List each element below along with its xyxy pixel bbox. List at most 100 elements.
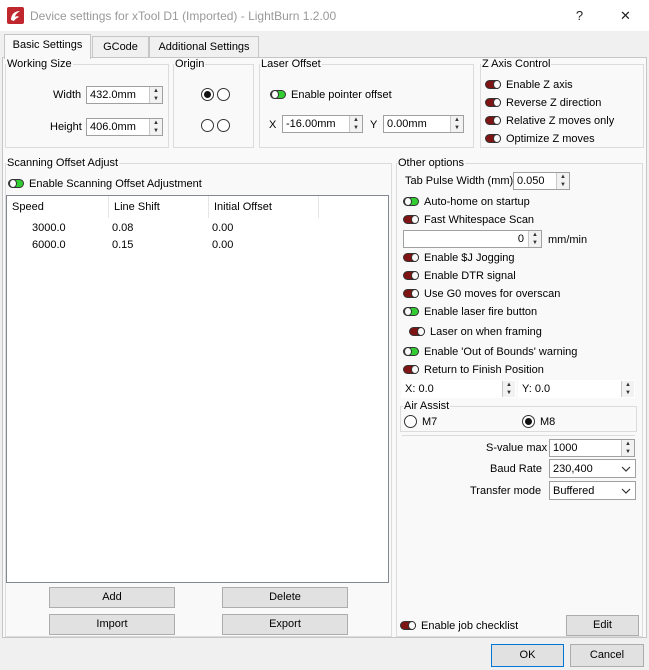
laser-offset-group xyxy=(259,64,474,148)
auto-home-toggle[interactable] xyxy=(403,197,419,206)
jogging-label: Enable $J Jogging xyxy=(424,252,515,264)
reverse-z-direction-toggle[interactable] xyxy=(485,98,501,107)
width-label: Width xyxy=(53,89,82,101)
cell-line-shift: 0.08 xyxy=(112,222,134,234)
tab-gcode[interactable]: GCode xyxy=(92,36,149,58)
spin-arrows-icon[interactable]: ▲ ▼ xyxy=(556,173,569,189)
chevron-down-icon xyxy=(621,488,631,494)
baud-rate-dropdown[interactable]: 230,400 xyxy=(549,459,636,478)
finish-x-label: X: xyxy=(405,383,416,395)
reverse-z-direction-label: Reverse Z direction xyxy=(506,97,602,109)
dtr-signal-label: Enable DTR signal xyxy=(424,270,516,282)
laser-fire-button-label: Enable laser fire button xyxy=(424,306,538,318)
job-checklist-toggle[interactable] xyxy=(400,621,416,630)
enable-pointer-offset-toggle[interactable] xyxy=(270,90,286,99)
width-spinbox[interactable]: 432.0mm ▲ ▼ xyxy=(86,86,163,104)
air-assist-m8-radio[interactable] xyxy=(522,415,535,428)
spin-arrows-icon[interactable]: ▲ ▼ xyxy=(528,231,541,247)
scanning-offset-table[interactable]: Speed Line Shift Initial Offset 3000.0 0… xyxy=(6,195,389,583)
help-button[interactable]: ? xyxy=(557,0,602,31)
spin-arrows-icon[interactable]: ▲ ▼ xyxy=(502,381,515,397)
baud-rate-label: Baud Rate xyxy=(490,463,542,475)
column-header-speed[interactable]: Speed xyxy=(7,196,109,218)
whitespace-speed-unit: mm/min xyxy=(548,234,588,246)
offset-y-spinbox[interactable]: 0.00mm ▲ ▼ xyxy=(383,115,464,133)
spin-arrows-icon[interactable]: ▲ ▼ xyxy=(621,381,634,397)
finish-y-label: Y: xyxy=(522,383,532,395)
finish-x-spinbox[interactable]: X: 0.0 ▲ ▼ xyxy=(401,380,516,398)
spin-arrows-icon[interactable]: ▲ ▼ xyxy=(450,116,463,132)
tab-pulse-width-label: Tab Pulse Width (mm) xyxy=(405,175,514,187)
spin-arrows-icon[interactable]: ▲ ▼ xyxy=(149,119,162,135)
spin-arrows-icon[interactable]: ▲ ▼ xyxy=(621,440,634,456)
spin-arrows-icon[interactable]: ▲ ▼ xyxy=(349,116,362,132)
tab-pulse-width-spinbox[interactable]: 0.050 ▲ ▼ xyxy=(513,172,570,190)
s-value-max-label: S-value max xyxy=(486,442,548,454)
tab-pulse-width-value: 0.050 xyxy=(517,175,545,187)
origin-bottom-right-radio[interactable] xyxy=(217,119,230,132)
laser-offset-title: Laser Offset xyxy=(260,58,322,70)
origin-bottom-left-radio[interactable] xyxy=(201,119,214,132)
close-button[interactable]: ✕ xyxy=(603,0,648,31)
air-assist-m7-label: M7 xyxy=(422,416,438,428)
edit-checklist-button[interactable]: Edit xyxy=(566,615,639,636)
add-button[interactable]: Add xyxy=(49,587,175,608)
finish-x-value: 0.0 xyxy=(418,383,434,395)
height-label: Height xyxy=(50,121,82,133)
transfer-mode-label: Transfer mode xyxy=(470,485,542,497)
z-axis-title: Z Axis Control xyxy=(481,58,552,70)
job-checklist-label: Enable job checklist xyxy=(421,620,519,632)
g0-overscan-label: Use G0 moves for overscan xyxy=(424,288,561,300)
column-header-initial-offset[interactable]: Initial Offset xyxy=(209,196,319,218)
finish-y-spinbox[interactable]: Y: 0.0 ▲ ▼ xyxy=(518,380,635,398)
offset-x-value: -16.00mm xyxy=(286,118,336,130)
air-assist-m8-label: M8 xyxy=(540,416,556,428)
origin-title: Origin xyxy=(174,58,206,70)
relative-z-moves-toggle[interactable] xyxy=(485,116,501,125)
baud-rate-value: 230,400 xyxy=(553,463,593,475)
tab-basic-settings[interactable]: Basic Settings xyxy=(4,34,91,59)
transfer-mode-dropdown[interactable]: Buffered xyxy=(549,481,636,500)
ok-button[interactable]: OK xyxy=(491,644,564,667)
return-finish-label: Return to Finish Position xyxy=(424,364,544,376)
air-assist-m7-radio[interactable] xyxy=(404,415,417,428)
offset-y-label: Y xyxy=(370,119,378,131)
offset-x-spinbox[interactable]: -16.00mm ▲ ▼ xyxy=(282,115,363,133)
column-header-line-shift[interactable]: Line Shift xyxy=(109,196,209,218)
whitespace-speed-value: 0 xyxy=(517,233,524,245)
tab-additional-settings[interactable]: Additional Settings xyxy=(149,36,259,58)
origin-top-left-radio[interactable] xyxy=(201,88,214,101)
laser-fire-button-toggle[interactable] xyxy=(403,307,419,316)
enable-z-axis-toggle[interactable] xyxy=(485,80,501,89)
out-of-bounds-label: Enable 'Out of Bounds' warning xyxy=(424,346,578,358)
fast-whitespace-toggle[interactable] xyxy=(403,215,419,224)
height-spinbox[interactable]: 406.0mm ▲ ▼ xyxy=(86,118,163,136)
title-bar: Device settings for xTool D1 (Imported) … xyxy=(0,0,649,31)
working-size-title: Working Size xyxy=(6,58,73,70)
origin-top-right-radio[interactable] xyxy=(217,88,230,101)
export-button[interactable]: Export xyxy=(222,614,348,635)
lightburn-logo-icon xyxy=(7,7,24,24)
cell-speed: 6000.0 xyxy=(32,239,66,251)
optimize-z-moves-label: Optimize Z moves xyxy=(506,133,595,145)
enable-z-axis-label: Enable Z axis xyxy=(506,79,573,91)
delete-button[interactable]: Delete xyxy=(222,587,348,608)
cell-initial-offset: 0.00 xyxy=(212,239,234,251)
whitespace-speed-spinbox[interactable]: 0 ▲ ▼ xyxy=(403,230,542,248)
enable-scanning-offset-toggle[interactable] xyxy=(8,179,24,188)
out-of-bounds-toggle[interactable] xyxy=(403,347,419,356)
return-finish-toggle[interactable] xyxy=(403,365,419,374)
height-value: 406.0mm xyxy=(90,121,136,133)
dtr-signal-toggle[interactable] xyxy=(403,271,419,280)
origin-group xyxy=(173,64,254,148)
import-button[interactable]: Import xyxy=(49,614,175,635)
cancel-button[interactable]: Cancel xyxy=(570,644,644,667)
g0-overscan-toggle[interactable] xyxy=(403,289,419,298)
laser-on-framing-label: Laser on when framing xyxy=(430,326,542,338)
s-value-max-spinbox[interactable]: 1000 ▲ ▼ xyxy=(549,439,635,457)
optimize-z-moves-toggle[interactable] xyxy=(485,134,501,143)
spin-arrows-icon[interactable]: ▲ ▼ xyxy=(149,87,162,103)
laser-on-framing-toggle[interactable] xyxy=(409,327,425,336)
jogging-toggle[interactable] xyxy=(403,253,419,262)
divider xyxy=(402,435,635,436)
